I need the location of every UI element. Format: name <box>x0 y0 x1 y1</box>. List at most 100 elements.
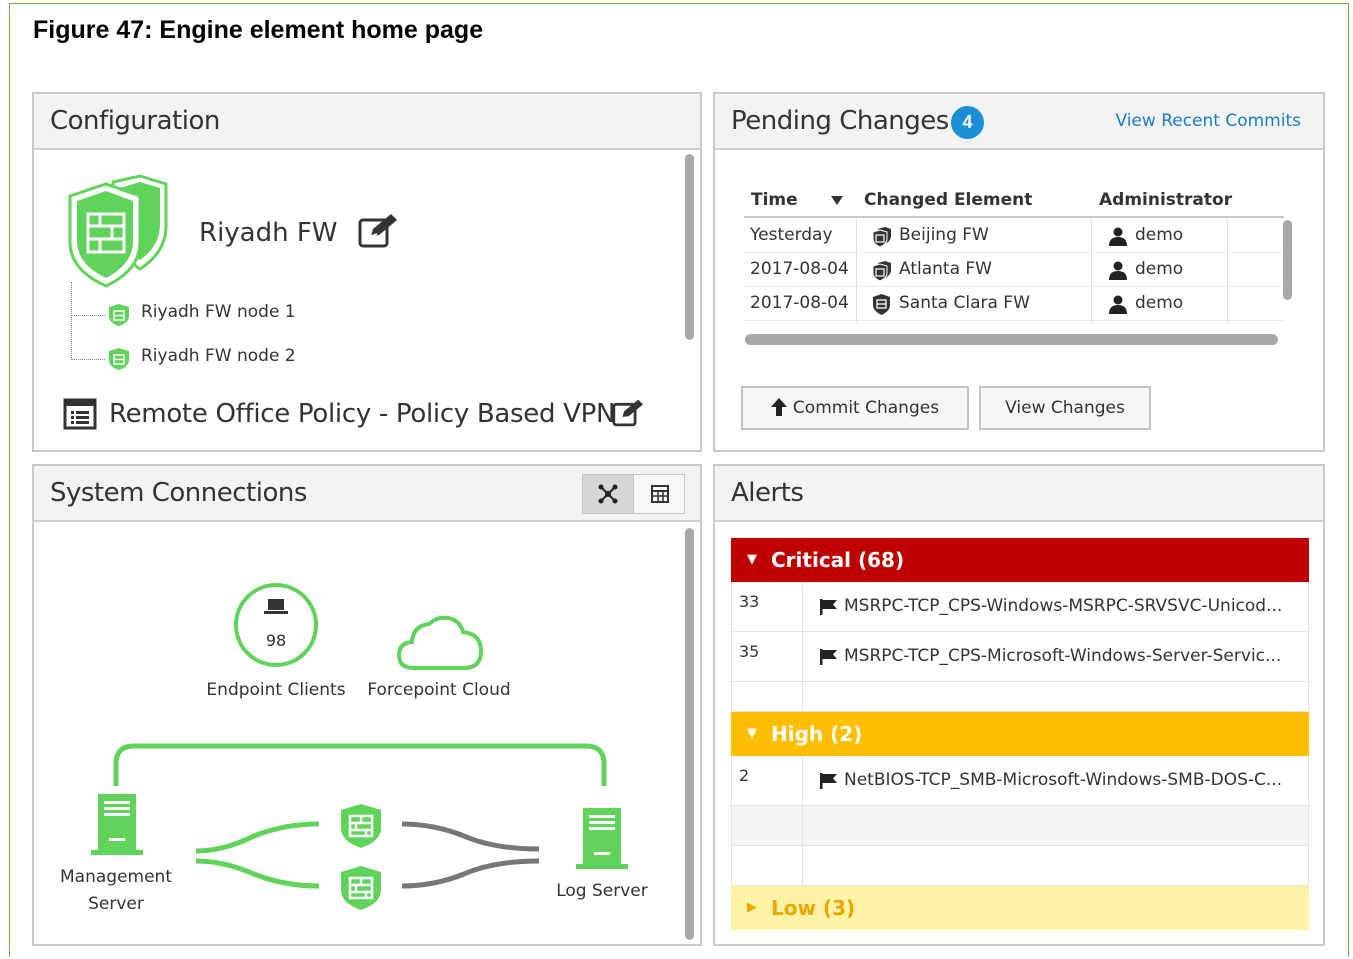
engine-name[interactable]: Riyadh FW <box>199 218 338 248</box>
edit-engine-icon[interactable] <box>357 212 399 250</box>
alert-name: MSRPC-TCP_CPS-Windows-MSRPC-SRVSVC-Unico… <box>844 596 1283 616</box>
log-server-label: Log Server <box>556 881 648 901</box>
firewall-cluster-icon <box>872 227 891 247</box>
alert-row-empty <box>731 806 1309 846</box>
firewall-node-icon <box>109 304 129 326</box>
flag-icon <box>820 649 837 665</box>
policy-name[interactable]: Remote Office Policy - Policy Based VPN <box>109 399 615 429</box>
policy-icon <box>63 398 97 430</box>
alerts-header: Alerts <box>715 466 1323 522</box>
view-recent-commits-link[interactable]: View Recent Commits <box>1115 111 1301 131</box>
column-divider <box>802 806 803 845</box>
table-view-button[interactable] <box>634 475 685 513</box>
table-icon <box>651 485 669 503</box>
table-header-divider <box>744 216 1284 218</box>
commit-changes-label: Commit Changes <box>792 398 940 418</box>
system-connections-header: System Connections <box>34 466 700 522</box>
column-divider <box>1091 218 1092 324</box>
firewall-node-icon[interactable] <box>340 804 382 848</box>
management-server-label: Management <box>60 867 172 887</box>
column-divider <box>802 682 803 711</box>
pending-changes-panel: Pending Changes 4 View Recent Commits Ti… <box>713 92 1325 452</box>
view-toggle <box>582 474 685 514</box>
alerts-title: Alerts <box>731 478 804 508</box>
system-connections-panel: System Connections 98 Endpoint Clients F… <box>32 464 702 946</box>
column-divider <box>802 582 803 631</box>
column-header-time[interactable]: Time <box>751 190 798 210</box>
column-header-changed-element[interactable]: Changed Element <box>864 190 1032 210</box>
tree-connector <box>71 315 105 316</box>
configuration-header: Configuration <box>34 94 700 150</box>
view-changes-button[interactable]: View Changes <box>979 386 1151 430</box>
alert-row[interactable]: 33 MSRPC-TCP_CPS-Windows-MSRPC-SRVSVC-Un… <box>731 582 1309 632</box>
row-divider <box>744 252 1284 253</box>
expanded-triangle-icon: ▼ <box>747 726 757 741</box>
table-cell-admin: demo <box>1135 293 1184 313</box>
figure-title: Figure 47: Engine element home page <box>33 16 484 44</box>
alert-row[interactable]: 2 NetBIOS-TCP_SMB-Microsoft-Windows-SMB-… <box>731 756 1309 806</box>
endpoint-count: 98 <box>265 631 287 650</box>
table-cell-admin: demo <box>1135 259 1184 279</box>
alert-row-empty <box>731 682 1309 712</box>
firewall-node-icon <box>109 348 129 370</box>
row-divider <box>744 320 1284 321</box>
view-changes-label: View Changes <box>1005 398 1125 418</box>
table-cell-element[interactable]: Atlanta FW <box>899 259 992 279</box>
table-vertical-scrollbar[interactable] <box>1283 220 1292 300</box>
critical-group-label: Critical (68) <box>771 548 905 572</box>
table-cell-time: 2017-08-04 <box>750 259 849 279</box>
column-divider <box>802 756 803 805</box>
column-divider <box>1227 218 1228 324</box>
alert-row[interactable]: 35 MSRPC-TCP_CPS-Microsoft-Windows-Serve… <box>731 632 1309 682</box>
sort-down-icon[interactable] <box>831 196 843 205</box>
management-server-icon[interactable] <box>91 794 143 856</box>
system-connections-title: System Connections <box>50 478 307 508</box>
arrow-up-icon <box>770 398 787 416</box>
cloud-icon[interactable] <box>396 614 484 672</box>
column-header-administrator[interactable]: Administrator <box>1099 190 1232 210</box>
column-divider <box>802 632 803 681</box>
flag-icon <box>820 773 837 789</box>
table-horizontal-scrollbar[interactable] <box>745 334 1278 345</box>
configuration-title: Configuration <box>50 106 220 136</box>
flag-icon <box>820 599 837 615</box>
diagram-view-button[interactable] <box>583 475 634 513</box>
user-icon <box>1109 227 1127 246</box>
high-group-header[interactable]: ▼ High (2) <box>731 712 1309 756</box>
table-cell-element[interactable]: Santa Clara FW <box>899 293 1030 313</box>
table-cell-time: 2017-08-04 <box>750 293 849 313</box>
table-cell-time: Yesterday <box>750 225 833 245</box>
log-server-icon[interactable] <box>576 808 628 870</box>
firewall-cluster-icon <box>872 261 891 281</box>
commit-changes-button[interactable]: Commit Changes <box>741 386 969 430</box>
collapsed-triangle-icon: ▶ <box>747 900 757 915</box>
critical-group-header[interactable]: ▼ Critical (68) <box>731 538 1309 582</box>
low-group-header[interactable]: ▶ Low (3) <box>731 886 1309 930</box>
alert-row-empty <box>731 846 1309 886</box>
alert-count: 2 <box>739 766 750 785</box>
user-icon <box>1109 295 1127 314</box>
tree-connector <box>71 359 105 360</box>
system-connections-scrollbar[interactable] <box>685 528 694 940</box>
endpoint-clients-node[interactable] <box>233 582 319 668</box>
alert-count: 33 <box>739 592 760 611</box>
engine-node[interactable]: Riyadh FW node 1 <box>141 302 296 322</box>
column-divider <box>802 846 803 885</box>
endpoint-clients-label: Endpoint Clients <box>206 680 346 700</box>
management-server-label: Server <box>88 894 144 914</box>
pending-changes-title: Pending Changes <box>731 106 949 136</box>
low-group-label: Low (3) <box>771 896 856 920</box>
edit-policy-icon[interactable] <box>611 398 645 428</box>
alert-name: NetBIOS-TCP_SMB-Microsoft-Windows-SMB-DO… <box>844 770 1283 790</box>
expanded-triangle-icon: ▼ <box>747 552 757 567</box>
row-divider <box>744 286 1284 287</box>
configuration-panel: Configuration Riyadh FW Riyadh FW node 1… <box>32 92 702 452</box>
column-divider <box>856 218 857 324</box>
firewall-node-icon[interactable] <box>340 866 382 910</box>
firewall-cluster-icon <box>68 174 168 288</box>
configuration-scrollbar[interactable] <box>685 154 694 340</box>
engine-node[interactable]: Riyadh FW node 2 <box>141 346 296 366</box>
alerts-panel: Alerts ▼ Critical (68) 33 MSRPC-TCP_CPS-… <box>713 464 1325 946</box>
table-cell-element[interactable]: Beijing FW <box>899 225 989 245</box>
alert-count: 35 <box>739 642 760 661</box>
